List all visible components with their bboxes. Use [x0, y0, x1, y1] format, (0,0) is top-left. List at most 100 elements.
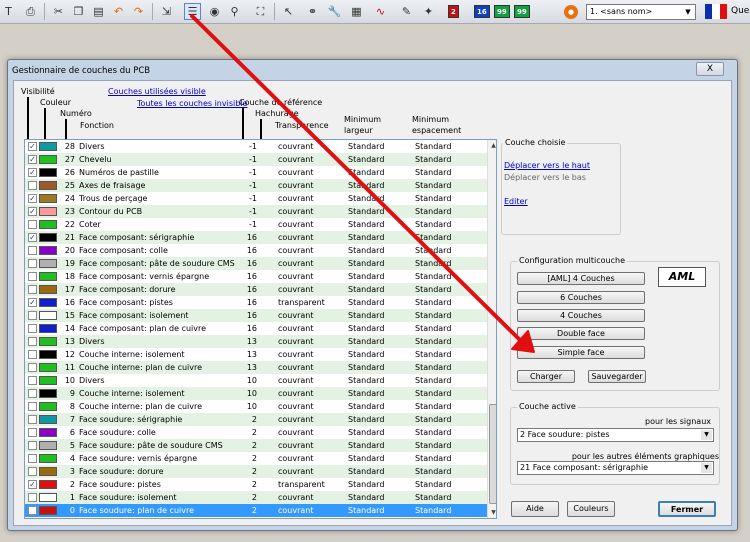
- layer-color-swatch[interactable]: [39, 259, 57, 268]
- layer-row[interactable]: ✓ 23 Contour du PCB -1 couvrant Standard Stand…: [25, 205, 487, 218]
- stop-icon[interactable]: ●: [564, 5, 578, 19]
- visibility-checkbox[interactable]: ✓: [28, 168, 37, 177]
- load-button[interactable]: Charger: [517, 370, 575, 383]
- double-side-button[interactable]: Double face: [517, 327, 645, 340]
- layer-row[interactable]: ✓ 28 Divers -1 couvrant Standard Standard: [25, 140, 487, 153]
- text-tool-icon[interactable]: T: [0, 3, 17, 20]
- layer-color-swatch[interactable]: [39, 389, 57, 398]
- layer-color-swatch[interactable]: [39, 493, 57, 502]
- visibility-checkbox[interactable]: ✓: [28, 207, 37, 216]
- magic-wand-icon[interactable]: ✦: [420, 3, 437, 20]
- layer-color-swatch[interactable]: [39, 402, 57, 411]
- paste-icon[interactable]: ▤: [90, 3, 107, 20]
- eye-icon[interactable]: ◉: [206, 3, 223, 20]
- visibility-checkbox[interactable]: [28, 467, 37, 476]
- visibility-checkbox[interactable]: [28, 376, 37, 385]
- layer-color-swatch[interactable]: [39, 467, 57, 476]
- layer-row[interactable]: 11 Couche interne: plan de cuivre 13 couvra…: [25, 361, 487, 374]
- layer-color-swatch[interactable]: [39, 168, 57, 177]
- save-button[interactable]: Sauvegarder: [588, 370, 646, 383]
- move-up-link[interactable]: Déplacer vers le haut: [504, 161, 590, 171]
- scrollbar-thumb[interactable]: [489, 404, 496, 504]
- visibility-checkbox[interactable]: [28, 285, 37, 294]
- visibility-checkbox[interactable]: [28, 506, 37, 515]
- export-icon[interactable]: ⇲: [158, 3, 175, 20]
- layer-row[interactable]: ✓ 2 Face soudure: pistes 2 transparent Standa…: [25, 478, 487, 491]
- visibility-checkbox[interactable]: ✓: [28, 155, 37, 164]
- route-icon[interactable]: ∿: [372, 3, 389, 20]
- redo-icon[interactable]: ↷: [130, 3, 147, 20]
- layer-row[interactable]: 5 Face soudure: pâte de soudure CMS 2 couvr…: [25, 439, 487, 452]
- layer-badge-red[interactable]: 2: [448, 5, 459, 18]
- undo-icon[interactable]: ↶: [110, 3, 127, 20]
- used-layers-visible-link[interactable]: Couches utilisées visible: [108, 87, 206, 97]
- layer-row[interactable]: 4 Face soudure: vernis épargne 2 couvrant St…: [25, 452, 487, 465]
- wrench-icon[interactable]: 🔧: [326, 3, 343, 20]
- layer-color-swatch[interactable]: [39, 363, 57, 372]
- visibility-checkbox[interactable]: [28, 441, 37, 450]
- layer-color-swatch[interactable]: [39, 415, 57, 424]
- visibility-checkbox[interactable]: [28, 428, 37, 437]
- net-select[interactable]: 1. <sans nom> ▼: [586, 4, 696, 20]
- zoom-fit-icon[interactable]: ⛶: [252, 3, 269, 20]
- layer-color-swatch[interactable]: [39, 194, 57, 203]
- layer-badge-green[interactable]: 99: [494, 5, 510, 18]
- layer-row[interactable]: 17 Face composant: dorure 16 couvrant Standa…: [25, 283, 487, 296]
- layer-row[interactable]: 0 Face soudure: plan de cuivre 2 couvrant St…: [25, 504, 487, 517]
- layer-color-swatch[interactable]: [39, 233, 57, 242]
- visibility-checkbox[interactable]: [28, 402, 37, 411]
- layer-manager-icon[interactable]: ☰: [184, 3, 201, 20]
- layer-color-swatch[interactable]: [39, 324, 57, 333]
- binoculars-icon[interactable]: ⚭: [304, 3, 321, 20]
- layer-row[interactable]: ✓ 27 Chevelu -1 couvrant Standard Standard: [25, 153, 487, 166]
- move-down-link[interactable]: Déplacer vers le bas: [504, 173, 586, 183]
- zoom-icon[interactable]: ⚲: [226, 3, 243, 20]
- layer-row[interactable]: 25 Axes de fraisage -1 couvrant Standard Stan…: [25, 179, 487, 192]
- layer-row[interactable]: 1 Face soudure: isolement 2 couvrant Standar…: [25, 491, 487, 504]
- visibility-checkbox[interactable]: ✓: [28, 233, 37, 242]
- pointer-icon[interactable]: ↖: [280, 3, 297, 20]
- layer-badge-green[interactable]: 99: [514, 5, 530, 18]
- visibility-checkbox[interactable]: [28, 415, 37, 424]
- layer-list[interactable]: ✓ 28 Divers -1 couvrant Standard Standard ✓ 27 Ch…: [24, 139, 497, 519]
- layer-row[interactable]: 18 Face composant: vernis épargne 16 couvra…: [25, 270, 487, 283]
- print-icon[interactable]: ⎙: [22, 3, 39, 20]
- scroll-down-icon[interactable]: ▼: [488, 507, 496, 518]
- layer-badge-blue[interactable]: 16: [474, 5, 490, 18]
- layer-row[interactable]: ✓ 26 Numéros de pastille -1 couvrant Standard…: [25, 166, 487, 179]
- layer-row[interactable]: 19 Face composant: pâte de soudure CMS 16 c…: [25, 257, 487, 270]
- copy-icon[interactable]: ❐: [70, 3, 87, 20]
- components-icon[interactable]: ▦: [348, 3, 365, 20]
- layer-row[interactable]: 9 Couche interne: isolement 10 couvrant Stan…: [25, 387, 487, 400]
- layer-row[interactable]: ✓ 21 Face composant: sérigraphie 16 couvrant…: [25, 231, 487, 244]
- visibility-checkbox[interactable]: [28, 259, 37, 268]
- all-layers-invisible-link[interactable]: Toutes les couches invisible: [137, 99, 247, 109]
- layer-color-swatch[interactable]: [39, 376, 57, 385]
- visibility-checkbox[interactable]: [28, 272, 37, 281]
- visibility-checkbox[interactable]: [28, 363, 37, 372]
- layer-color-swatch[interactable]: [39, 155, 57, 164]
- layer-color-swatch[interactable]: [39, 337, 57, 346]
- layer-row[interactable]: 3 Face soudure: dorure 2 couvrant Standard St…: [25, 465, 487, 478]
- visibility-checkbox[interactable]: [28, 337, 37, 346]
- layer-color-swatch[interactable]: [39, 246, 57, 255]
- visibility-checkbox[interactable]: [28, 493, 37, 502]
- close-dialog-button[interactable]: Fermer: [658, 501, 716, 517]
- visibility-checkbox[interactable]: [28, 324, 37, 333]
- 4-layers-button[interactable]: 4 Couches: [517, 309, 645, 322]
- cut-icon[interactable]: ✂: [50, 3, 67, 20]
- layer-color-swatch[interactable]: [39, 454, 57, 463]
- layer-row[interactable]: 7 Face soudure: sérigraphie 2 couvrant Stand…: [25, 413, 487, 426]
- visibility-checkbox[interactable]: [28, 220, 37, 229]
- pencil-icon[interactable]: ✎: [398, 3, 415, 20]
- layer-color-swatch[interactable]: [39, 441, 57, 450]
- close-button[interactable]: X: [696, 62, 724, 76]
- layer-color-swatch[interactable]: [39, 298, 57, 307]
- visibility-checkbox[interactable]: ✓: [28, 142, 37, 151]
- visibility-checkbox[interactable]: [28, 181, 37, 190]
- visibility-checkbox[interactable]: ✓: [28, 194, 37, 203]
- visibility-checkbox[interactable]: [28, 311, 37, 320]
- layer-row[interactable]: 15 Face composant: isolement 16 couvrant Sta…: [25, 309, 487, 322]
- layer-color-swatch[interactable]: [39, 506, 57, 515]
- visibility-checkbox[interactable]: [28, 246, 37, 255]
